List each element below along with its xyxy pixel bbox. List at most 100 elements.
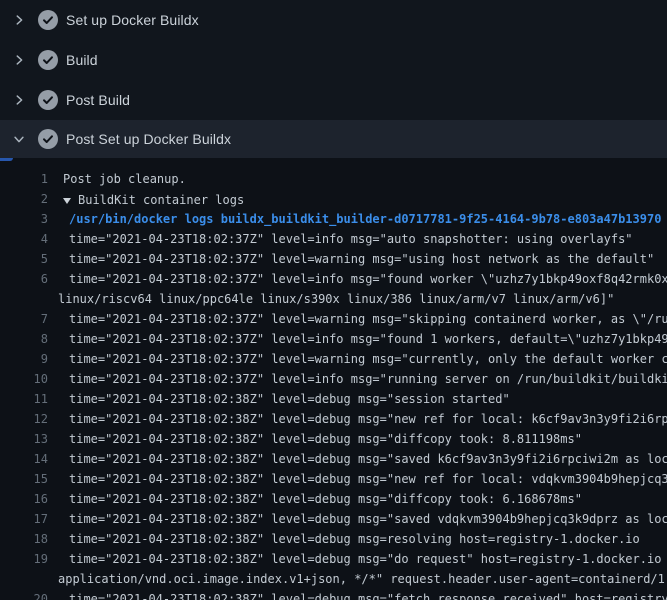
log-line: 2 BuildKit container logs xyxy=(0,189,667,209)
step-title: Post Set up Docker Buildx xyxy=(66,131,231,147)
step-title: Post Build xyxy=(66,92,130,108)
log-text: time="2021-04-23T18:02:37Z" level=warnin… xyxy=(69,349,667,369)
log-line: 16 time="2021-04-23T18:02:38Z" level=debu… xyxy=(0,489,667,509)
log-line: 11 time="2021-04-23T18:02:38Z" level=debu… xyxy=(0,389,667,409)
step-title: Set up Docker Buildx xyxy=(66,12,199,28)
log-line-number[interactable]: 11 xyxy=(0,389,48,409)
log-text: time="2021-04-23T18:02:38Z" level=debug … xyxy=(69,529,640,549)
log-line-text: time="2021-04-23T18:02:37Z" level=warnin… xyxy=(69,249,654,269)
log-text: time="2021-04-23T18:02:38Z" level=debug … xyxy=(69,429,582,449)
log-line: 15 time="2021-04-23T18:02:38Z" level=debu… xyxy=(0,469,667,489)
log-line-text: time="2021-04-23T18:02:38Z" level=debug … xyxy=(69,449,667,469)
log-line-number[interactable]: 15 xyxy=(0,469,48,489)
log-line-number[interactable]: 3 xyxy=(0,209,48,229)
log-line-text: time="2021-04-23T18:02:37Z" level=warnin… xyxy=(69,349,667,369)
step-header-set-up-docker-buildx[interactable]: Set up Docker Buildx xyxy=(0,0,667,40)
log-line-number[interactable]: 13 xyxy=(0,429,48,449)
log-line-number[interactable]: 12 xyxy=(0,409,48,429)
log-line-number[interactable]: 19 xyxy=(0,549,48,569)
log-line-text: /usr/bin/docker logs buildx_buildkit_bui… xyxy=(69,209,661,229)
log-text: time="2021-04-23T18:02:37Z" level=warnin… xyxy=(69,249,654,269)
step-header-post-set-up-docker-buildx[interactable]: Post Set up Docker Buildx xyxy=(0,120,667,158)
log-line-text: time="2021-04-23T18:02:38Z" level=debug … xyxy=(69,529,640,549)
log-text: time="2021-04-23T18:02:38Z" level=debug … xyxy=(69,409,667,429)
log-text: time="2021-04-23T18:02:37Z" level=warnin… xyxy=(69,309,667,329)
log-line-number[interactable]: 7 xyxy=(0,309,48,329)
log-line: 20 time="2021-04-23T18:02:38Z" level=debu… xyxy=(0,589,667,600)
log-line: application/vnd.oci.image.index.v1+json,… xyxy=(0,569,667,589)
chevron-right-icon xyxy=(12,13,26,27)
log-line: 18 time="2021-04-23T18:02:38Z" level=debu… xyxy=(0,529,667,549)
chevron-right-icon xyxy=(12,93,26,107)
log-text: time="2021-04-23T18:02:37Z" level=info m… xyxy=(69,369,667,389)
step-header-build[interactable]: Build xyxy=(0,40,667,80)
log-text: time="2021-04-23T18:02:37Z" level=info m… xyxy=(69,329,667,349)
log-text: /usr/bin/docker logs buildx_buildkit_bui… xyxy=(69,209,661,229)
log-line-text: Post job cleanup. xyxy=(63,169,186,189)
log-line: 17 time="2021-04-23T18:02:38Z" level=debu… xyxy=(0,509,667,529)
log-line-text: time="2021-04-23T18:02:37Z" level=warnin… xyxy=(69,309,667,329)
log-line-number[interactable]: 5 xyxy=(0,249,48,269)
log-line-text: time="2021-04-23T18:02:38Z" level=debug … xyxy=(69,429,582,449)
log-text: time="2021-04-23T18:02:37Z" level=info m… xyxy=(69,229,633,249)
log-line: 6 time="2021-04-23T18:02:37Z" level=info … xyxy=(0,269,667,289)
log-line-number[interactable]: 8 xyxy=(0,329,48,349)
log-text: time="2021-04-23T18:02:38Z" level=debug … xyxy=(69,589,667,600)
log-line: 19 time="2021-04-23T18:02:38Z" level=debu… xyxy=(0,549,667,569)
log-line: 13 time="2021-04-23T18:02:38Z" level=debu… xyxy=(0,429,667,449)
log-line: 7 time="2021-04-23T18:02:37Z" level=warni… xyxy=(0,309,667,329)
log-line-text: time="2021-04-23T18:02:37Z" level=info m… xyxy=(69,229,633,249)
log-line: 3/usr/bin/docker logs buildx_buildkit_bu… xyxy=(0,209,667,229)
log-line-number[interactable]: 14 xyxy=(0,449,48,469)
step-title: Build xyxy=(66,52,98,68)
log-line-number[interactable]: 6 xyxy=(0,269,48,289)
step-list: Set up Docker Buildx Build Post Build Post … xyxy=(0,0,667,158)
log-line-text: time="2021-04-23T18:02:38Z" level=debug … xyxy=(69,469,667,489)
log-text: time="2021-04-23T18:02:38Z" level=debug … xyxy=(69,489,582,509)
step-header-post-build[interactable]: Post Build xyxy=(0,80,667,120)
log-line-text: time="2021-04-23T18:02:37Z" level=info m… xyxy=(69,269,667,289)
chevron-right-icon xyxy=(12,53,26,67)
log-line-text: time="2021-04-23T18:02:37Z" level=info m… xyxy=(69,329,667,349)
log-text: time="2021-04-23T18:02:38Z" level=debug … xyxy=(69,389,510,409)
check-circle-icon xyxy=(38,90,58,110)
log-line-text: time="2021-04-23T18:02:38Z" level=debug … xyxy=(69,589,667,600)
log-text: time="2021-04-23T18:02:38Z" level=debug … xyxy=(69,509,667,529)
log-line-number[interactable]: 2 xyxy=(0,189,48,209)
log-text: time="2021-04-23T18:02:38Z" level=debug … xyxy=(69,469,667,489)
log-line-number[interactable]: 4 xyxy=(0,229,48,249)
log-line-number[interactable]: 1 xyxy=(0,169,48,189)
check-circle-icon xyxy=(38,129,58,149)
check-circle-icon xyxy=(38,50,58,70)
log-line-number[interactable]: 10 xyxy=(0,369,48,389)
log-line: 10 time="2021-04-23T18:02:37Z" level=info… xyxy=(0,369,667,389)
log-line-text: time="2021-04-23T18:02:37Z" level=info m… xyxy=(69,369,667,389)
log-line: 14 time="2021-04-23T18:02:38Z" level=debu… xyxy=(0,449,667,469)
log-line-text: time="2021-04-23T18:02:38Z" level=debug … xyxy=(69,549,667,569)
log-rows: 1 Post job cleanup. 2 BuildKit container lo… xyxy=(0,169,667,600)
chevron-down-icon xyxy=(12,132,26,146)
log-text: time="2021-04-23T18:02:38Z" level=debug … xyxy=(69,449,667,469)
focus-accent xyxy=(0,158,13,161)
log-line: linux/riscv64 linux/ppc64le linux/s390x … xyxy=(0,289,667,309)
log-group-toggle[interactable]: BuildKit container logs xyxy=(63,190,244,209)
log-line-text: linux/riscv64 linux/ppc64le linux/s390x … xyxy=(58,289,614,309)
log-line-number[interactable]: 16 xyxy=(0,489,48,509)
log-line-text: time="2021-04-23T18:02:38Z" level=debug … xyxy=(69,409,667,429)
log-line: 8 time="2021-04-23T18:02:37Z" level=info … xyxy=(0,329,667,349)
log-line-number[interactable]: 9 xyxy=(0,349,48,369)
log-line-text: time="2021-04-23T18:02:38Z" level=debug … xyxy=(69,389,510,409)
log-line-number[interactable]: 18 xyxy=(0,529,48,549)
check-circle-icon xyxy=(38,10,58,30)
log-line-text: application/vnd.oci.image.index.v1+json,… xyxy=(58,569,667,589)
log-line: 12 time="2021-04-23T18:02:38Z" level=debu… xyxy=(0,409,667,429)
log-viewer: 1 Post job cleanup. 2 BuildKit container lo… xyxy=(0,158,667,600)
log-line: 5 time="2021-04-23T18:02:37Z" level=warni… xyxy=(0,249,667,269)
log-line-number[interactable]: 20 xyxy=(0,589,48,600)
log-text: BuildKit container logs xyxy=(78,190,244,209)
log-text: application/vnd.oci.image.index.v1+json,… xyxy=(58,569,667,589)
log-line: 4 time="2021-04-23T18:02:37Z" level=info … xyxy=(0,229,667,249)
log-line-number[interactable]: 17 xyxy=(0,509,48,529)
log-text: time="2021-04-23T18:02:37Z" level=info m… xyxy=(69,269,667,289)
collapse-triangle-icon xyxy=(63,198,71,204)
